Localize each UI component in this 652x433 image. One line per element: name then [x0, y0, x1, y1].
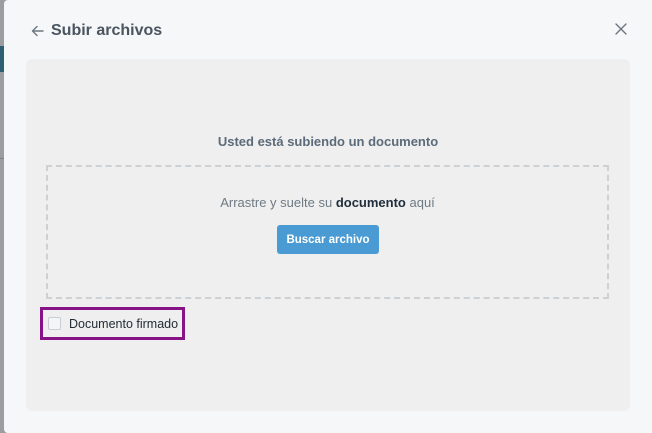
upload-panel: Usted está subiendo un documento Arrastr… — [26, 59, 630, 411]
signed-document-option[interactable]: Documento firmado — [40, 307, 185, 340]
dropzone-instructions: Arrastre y suelte su documento aquí — [48, 195, 607, 210]
file-dropzone[interactable]: Arrastre y suelte su documento aquí Busc… — [46, 165, 609, 299]
close-button[interactable] — [612, 20, 630, 38]
upload-heading: Usted está subiendo un documento — [217, 134, 439, 149]
close-icon — [615, 23, 627, 35]
upload-files-modal: Subir archivos Usted está subiendo un do… — [4, 0, 652, 433]
signed-document-checkbox[interactable] — [48, 317, 61, 330]
arrow-left-icon — [31, 25, 44, 37]
modal-title: Subir archivos — [51, 22, 163, 39]
modal-header: Subir archivos — [4, 0, 652, 58]
drop-text-suffix: aquí — [405, 195, 435, 210]
back-button[interactable]: Subir archivos — [31, 20, 162, 42]
drop-text-bold: documento — [335, 195, 406, 210]
drop-text-prefix: Arrastre y suelte su — [220, 195, 336, 210]
signed-document-label: Documento firmado — [69, 316, 179, 331]
browse-file-button[interactable]: Buscar archivo — [277, 225, 379, 254]
